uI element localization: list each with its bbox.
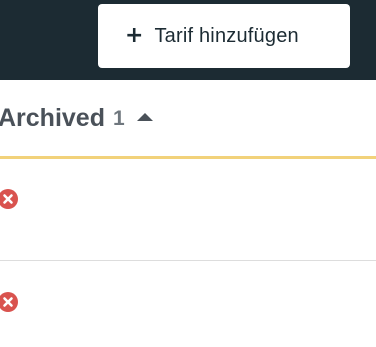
top-bar: + Tarif hinzufügen xyxy=(0,0,376,80)
archived-row xyxy=(0,159,376,260)
archived-count: 1 xyxy=(112,107,125,130)
add-tariff-button[interactable]: + Tarif hinzufügen xyxy=(98,4,350,68)
archived-section-toggle[interactable]: Archived 1 xyxy=(0,80,376,156)
add-tariff-label: Tarif hinzufügen xyxy=(154,24,299,47)
archived-title: Archived xyxy=(0,103,105,132)
archived-row xyxy=(0,260,376,347)
remove-icon[interactable] xyxy=(0,292,18,312)
caret-up-icon xyxy=(136,113,153,121)
plus-icon: + xyxy=(125,23,144,48)
remove-icon[interactable] xyxy=(0,189,18,209)
